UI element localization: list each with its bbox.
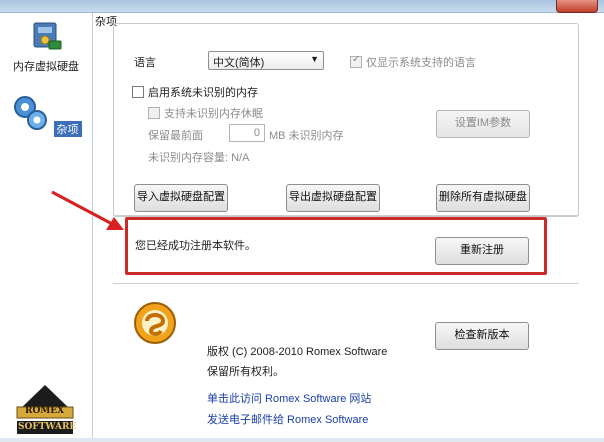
- enable-unrecognized-checkbox[interactable]: 启用系统未识别的内存: [132, 84, 258, 100]
- language-label: 语言: [134, 57, 156, 69]
- chevron-down-icon: ▼: [310, 54, 319, 64]
- gears-icon: [14, 96, 48, 130]
- logo-text-romex: ROMEX: [25, 406, 65, 416]
- ram-disk-icon: [33, 22, 62, 50]
- send-email-link[interactable]: 发送电子邮件给 Romex Software: [207, 411, 368, 427]
- divider: [113, 215, 579, 216]
- main-panel: 杂项 语言 中文(简体) ▼ 仅显示系统支持的语言 启用系统未识别的内存 支持未…: [93, 13, 604, 438]
- registered-status-text: 您已经成功注册本软件。: [135, 240, 256, 252]
- logo-text-software: SOFTWARE: [18, 422, 77, 432]
- sidebar-item-ram-disk[interactable]: 内存虚拟硬盘: [0, 19, 92, 74]
- delete-all-disks-button[interactable]: 删除所有虚拟硬盘: [436, 184, 530, 212]
- enable-unrecognized-label: 启用系统未识别的内存: [148, 87, 258, 99]
- show-supported-checkbox[interactable]: 仅显示系统支持的语言: [350, 54, 476, 70]
- sidebar-item-label: 杂项: [53, 121, 82, 137]
- sidebar: 内存虚拟硬盘 杂项 ROMEX SOFTWARE: [0, 13, 93, 438]
- support-hibernate-checkbox[interactable]: 支持未识别内存休眠: [148, 105, 263, 121]
- export-config-button[interactable]: 导出虚拟硬盘配置: [286, 184, 380, 212]
- sidebar-item-label: 内存虚拟硬盘: [13, 61, 79, 73]
- close-button[interactable]: [556, 0, 598, 13]
- misc-group-box: 语言 中文(简体) ▼ 仅显示系统支持的语言 启用系统未识别的内存 支持未识别内…: [113, 23, 579, 217]
- reserve-mb-value: 0: [253, 127, 260, 139]
- set-im-params-button[interactable]: 设置IM参数: [436, 110, 530, 138]
- window-titlebar: [0, 0, 604, 13]
- copyright-text: 版权 (C) 2008-2010 Romex Software: [207, 346, 388, 358]
- reserve-label: 保留最前面: [148, 130, 203, 142]
- language-select-value: 中文(简体): [213, 57, 265, 69]
- reserve-unit-label: MB 未识别内存: [269, 130, 344, 142]
- rights-text: 保留所有权利。: [207, 366, 284, 378]
- visit-website-link[interactable]: 单击此访问 Romex Software 网站: [207, 390, 371, 406]
- checkbox-icon: [148, 107, 160, 120]
- divider: [113, 283, 579, 284]
- romex-logo: ROMEX SOFTWARE: [14, 377, 76, 439]
- checkbox-icon: [132, 86, 144, 99]
- check-new-version-button[interactable]: 检查新版本: [435, 322, 529, 350]
- show-supported-label: 仅显示系统支持的语言: [366, 57, 476, 69]
- support-hibernate-label: 支持未识别内存休眠: [164, 108, 263, 120]
- language-select[interactable]: 中文(简体) ▼: [208, 51, 324, 70]
- capacity-label: 未识别内存容量: N/A: [148, 152, 250, 164]
- checkbox-icon: [350, 54, 362, 69]
- sidebar-item-misc[interactable]: 杂项: [0, 93, 92, 137]
- romex-emblem-icon: [133, 301, 177, 345]
- reserve-mb-input[interactable]: 0: [229, 124, 265, 142]
- reregister-button[interactable]: 重新注册: [435, 237, 529, 265]
- import-config-button[interactable]: 导入虚拟硬盘配置: [134, 184, 228, 212]
